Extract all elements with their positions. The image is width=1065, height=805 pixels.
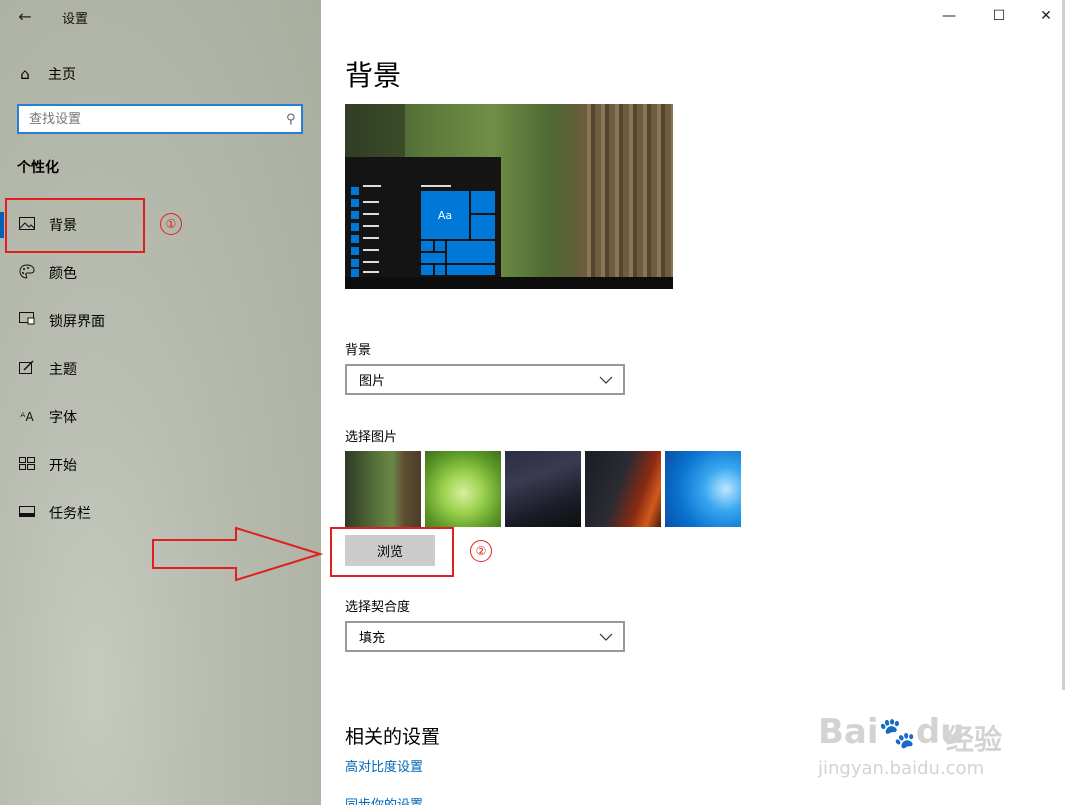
sidebar-item-start[interactable]: 开始	[0, 447, 321, 483]
sidebar-item-themes[interactable]: 主题	[0, 351, 321, 387]
annotation-arrow-icon	[152, 526, 324, 582]
sidebar-item-label: 主题	[49, 362, 77, 378]
watermark-brand-cn: 经验	[946, 723, 1003, 756]
taskbar-icon	[18, 505, 36, 521]
sidebar-item-label: 开始	[49, 458, 77, 474]
search-icon[interactable]: ⚲	[281, 112, 301, 127]
brush-icon	[18, 359, 36, 379]
watermark-brand: Bai🐾du	[818, 712, 965, 752]
thumbnail-windows-blue[interactable]	[665, 451, 741, 527]
close-button[interactable]: ✕	[1032, 4, 1060, 28]
app-title: 设置	[62, 12, 89, 27]
thumbnail-leaves[interactable]	[425, 451, 501, 527]
sidebar-item-home[interactable]: ⌂ 主页	[16, 63, 76, 85]
choose-picture-label: 选择图片	[345, 430, 398, 445]
sidebar-item-fonts[interactable]: ᴬA 字体	[0, 399, 321, 435]
sidebar-item-label: 主页	[48, 67, 76, 83]
sidebar: ← 设置 ⌂ 主页 ⚲ 个性化 背景 颜色 锁屏界面 主题 ᴬA 字体	[0, 0, 321, 805]
thumbnail-rock-fire[interactable]	[585, 451, 661, 527]
background-type-dropdown[interactable]: 图片	[345, 364, 625, 395]
minimize-icon: —	[942, 8, 956, 24]
background-preview: Aa	[345, 104, 673, 289]
background-label: 背景	[345, 343, 372, 358]
sidebar-item-colors[interactable]: 颜色	[0, 255, 321, 291]
paw-logo-icon: 🐾	[878, 716, 916, 751]
high-contrast-link[interactable]: 高对比度设置	[345, 756, 423, 775]
close-icon: ✕	[1040, 8, 1052, 24]
search-input[interactable]	[27, 106, 281, 132]
maximize-button[interactable]: ☐	[985, 4, 1013, 28]
lockscreen-icon	[18, 312, 36, 330]
page-title: 背景	[345, 59, 402, 92]
sidebar-item-label: 任务栏	[49, 506, 91, 522]
dropdown-value: 填充	[359, 631, 386, 646]
sidebar-item-lockscreen[interactable]: 锁屏界面	[0, 303, 321, 339]
sidebar-item-label: 颜色	[49, 266, 77, 282]
sidebar-item-label: 字体	[49, 410, 77, 426]
sync-settings-link[interactable]: 同步你的设置	[345, 794, 423, 805]
annotation-marker-1: ①	[160, 213, 182, 235]
minimize-button[interactable]: —	[935, 4, 963, 28]
fit-label: 选择契合度	[345, 600, 411, 615]
preview-tile: Aa	[421, 191, 469, 239]
search-box[interactable]: ⚲	[17, 104, 303, 134]
thumbnail-night-sky[interactable]	[505, 451, 581, 527]
related-settings-title: 相关的设置	[345, 726, 441, 748]
back-arrow-icon: ←	[18, 7, 32, 26]
thumbnail-forest[interactable]	[345, 451, 421, 527]
section-title: 个性化	[17, 160, 59, 176]
preview-start-menu: Aa	[345, 157, 501, 277]
font-icon: ᴬA	[20, 410, 34, 424]
back-button[interactable]: ←	[10, 4, 40, 30]
home-icon: ⌂	[20, 65, 30, 83]
fit-dropdown[interactable]: 填充	[345, 621, 625, 652]
palette-icon	[18, 263, 36, 283]
annotation-box-1	[5, 198, 145, 253]
chevron-down-icon	[599, 630, 613, 644]
annotation-box-2	[330, 527, 454, 577]
picture-thumbnails	[345, 451, 745, 527]
annotation-marker-2: ②	[470, 540, 492, 562]
maximize-icon: ☐	[992, 8, 1006, 24]
dropdown-value: 图片	[359, 374, 386, 389]
watermark-url: jingyan.baidu.com	[818, 758, 985, 779]
start-icon	[18, 456, 36, 474]
sidebar-item-label: 锁屏界面	[49, 314, 105, 330]
chevron-down-icon	[599, 373, 613, 387]
